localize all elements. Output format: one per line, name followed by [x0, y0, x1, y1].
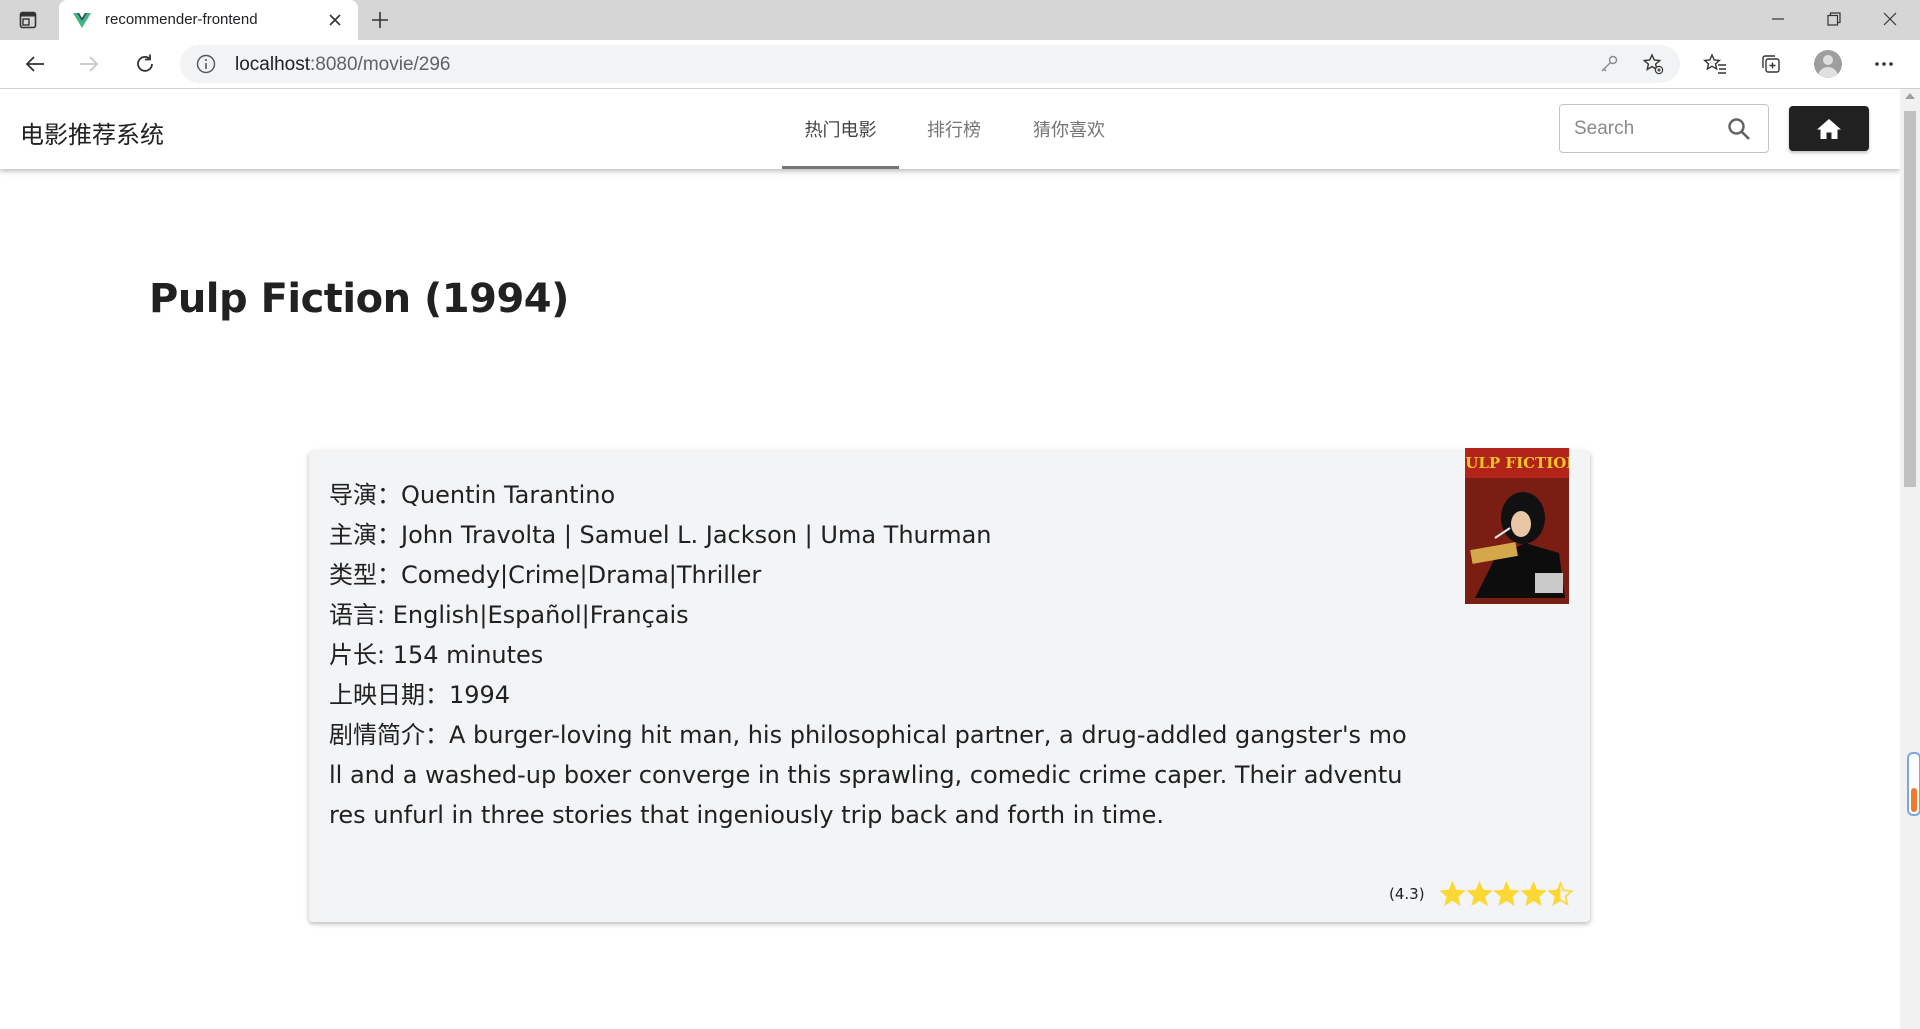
site-info-icon[interactable]: [196, 54, 216, 74]
star-full-icon[interactable]: [1493, 880, 1520, 908]
address-bar[interactable]: localhost:8080/movie/296: [180, 45, 1680, 83]
rating: (4.3): [1389, 879, 1574, 909]
rating-value: (4.3): [1389, 885, 1425, 903]
genres-label: 类型：: [329, 561, 401, 589]
star-full-icon[interactable]: [1520, 880, 1547, 908]
genres-row: 类型：Comedy|Crime|Drama|Thriller: [329, 555, 1409, 595]
app-title[interactable]: 电影推荐系统: [20, 115, 164, 150]
runtime-value: 154 minutes: [392, 641, 544, 669]
runtime-label: 片长:: [329, 641, 393, 669]
key-icon[interactable]: [1598, 53, 1620, 75]
synopsis-value: A burger-loving hit man, his philosophic…: [329, 721, 1407, 829]
collections-icon[interactable]: [1757, 50, 1785, 78]
director-value: Quentin Tarantino: [401, 481, 616, 509]
actors-row: 主演：John Travolta | Samuel L. Jackson | U…: [329, 515, 1409, 555]
movie-detail-card: 导演：Quentin Tarantino 主演：John Travolta | …: [309, 448, 1590, 922]
favorites-icon[interactable]: [1701, 50, 1729, 78]
tab-label: 排行榜: [927, 120, 981, 141]
star-full-icon[interactable]: [1439, 880, 1466, 908]
director-row: 导演：Quentin Tarantino: [329, 475, 1409, 515]
runtime-row: 片长: 154 minutes: [329, 635, 1409, 675]
restore-icon[interactable]: [1806, 0, 1862, 38]
profile-avatar[interactable]: [1814, 50, 1842, 78]
address-path: :8080/movie/296: [310, 54, 451, 75]
more-menu-icon[interactable]: [1870, 50, 1898, 78]
tab-label: 猜你喜欢: [1033, 120, 1105, 141]
browser-tab[interactable]: recommender-frontend: [59, 0, 358, 40]
home-button[interactable]: [1789, 106, 1869, 151]
tab-guess-you-like[interactable]: 猜你喜欢: [1009, 89, 1129, 169]
star-full-icon[interactable]: [1466, 880, 1493, 908]
close-window-icon[interactable]: [1862, 0, 1918, 38]
rating-stars[interactable]: [1439, 880, 1574, 908]
language-row: 语言: English|Español|Français: [329, 595, 1409, 635]
app-header: 电影推荐系统 热门电影 排行榜 猜你喜欢: [0, 89, 1900, 169]
address-host: localhost: [235, 54, 310, 75]
browser-tabstrip: recommender-frontend: [0, 0, 1920, 40]
scroll-thumb[interactable]: [1904, 111, 1916, 487]
ime-indicator: [1907, 752, 1920, 816]
synopsis-label: 剧情简介：: [329, 721, 449, 749]
release-value: 1994: [449, 681, 511, 709]
refresh-icon[interactable]: [131, 50, 159, 78]
synopsis-row: 剧情简介：A burger-loving hit man, his philos…: [329, 715, 1409, 835]
star-half-icon[interactable]: [1547, 880, 1574, 908]
page-scrollbar[interactable]: [1900, 89, 1920, 1029]
address-url[interactable]: localhost:8080/movie/296: [235, 54, 451, 76]
tab-actions-icon[interactable]: [18, 10, 37, 29]
tab-label: 热门电影: [804, 120, 877, 141]
scroll-up-arrow-icon[interactable]: [1905, 93, 1915, 99]
language-label: 语言:: [329, 601, 393, 629]
browser-toolbar: localhost:8080/movie/296: [0, 40, 1920, 89]
back-icon[interactable]: [21, 50, 49, 78]
close-tab-icon[interactable]: [325, 10, 345, 30]
release-row: 上映日期：1994: [329, 675, 1409, 715]
search-input[interactable]: [1572, 115, 1726, 143]
movie-poster: PULP FICTION: [1465, 448, 1569, 604]
poster-title: PULP FICTION: [1465, 454, 1569, 472]
actors-label: 主演：: [329, 521, 401, 549]
movie-title: Pulp Fiction (1994): [149, 276, 569, 322]
home-icon: [1817, 118, 1841, 139]
language-value: English|Español|Français: [392, 601, 689, 629]
director-label: 导演：: [329, 481, 401, 509]
new-tab-icon[interactable]: [369, 9, 391, 31]
movie-info: 导演：Quentin Tarantino 主演：John Travolta | …: [329, 475, 1409, 835]
release-label: 上映日期：: [329, 681, 449, 709]
add-favorite-icon[interactable]: [1642, 53, 1664, 75]
genres-value: Comedy|Crime|Drama|Thriller: [401, 561, 762, 589]
vue-logo-icon: [73, 13, 91, 28]
search-icon[interactable]: [1726, 116, 1752, 142]
tab-hot-movies[interactable]: 热门电影: [782, 89, 899, 169]
active-tab-indicator: [782, 166, 899, 169]
page-viewport: 电影推荐系统 热门电影 排行榜 猜你喜欢 Pulp Fiction (1994)…: [0, 89, 1900, 1029]
search-box[interactable]: [1559, 104, 1769, 153]
forward-icon[interactable]: [75, 50, 103, 78]
actors-value: John Travolta | Samuel L. Jackson | Uma …: [401, 521, 992, 549]
minimize-icon[interactable]: [1750, 0, 1806, 38]
tab-title: recommender-frontend: [105, 11, 258, 28]
tab-ranking[interactable]: 排行榜: [899, 89, 1009, 169]
